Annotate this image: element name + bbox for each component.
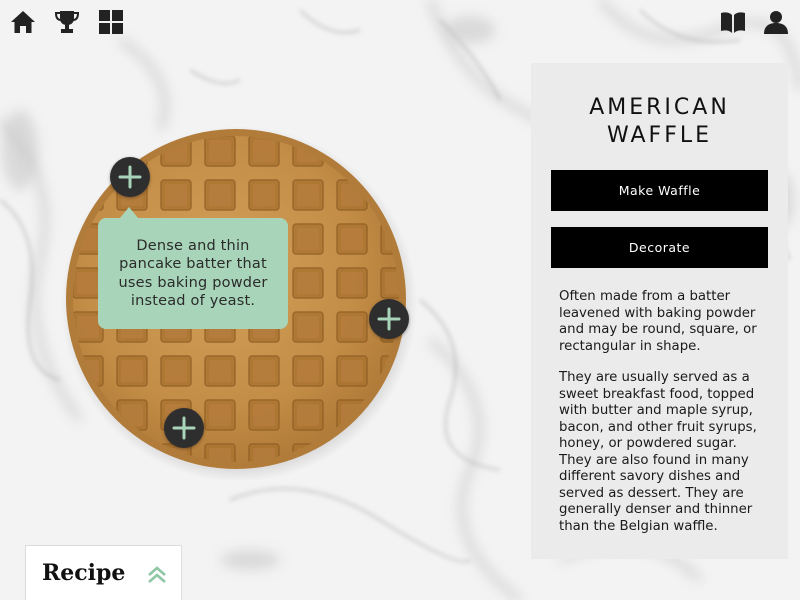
book-icon[interactable] xyxy=(720,9,746,35)
info-panel: AMERICAN WAFFLE Make Waffle Decorate Oft… xyxy=(531,63,788,559)
hotspot-edge-button[interactable] xyxy=(369,299,409,339)
description-paragraph-1: Often made from a batter leavened with b… xyxy=(559,289,757,354)
trophy-icon[interactable] xyxy=(54,9,80,35)
user-icon[interactable] xyxy=(763,9,789,35)
double-chevron-up-icon xyxy=(146,564,168,586)
description-paragraph-2: They are usually served as a sweet break… xyxy=(559,370,757,534)
batter-tooltip: Dense and thin pancake batter that uses … xyxy=(98,207,288,329)
plus-icon xyxy=(172,416,196,440)
grid-icon[interactable] xyxy=(98,9,124,35)
recipe-tab[interactable]: Recipe xyxy=(25,545,182,600)
decorate-button[interactable]: Decorate xyxy=(551,227,768,268)
plus-icon xyxy=(377,307,401,331)
hotspot-grid-button[interactable] xyxy=(164,408,204,448)
title-line-1: AMERICAN xyxy=(589,95,730,120)
title-line-2: WAFFLE xyxy=(606,123,713,148)
panel-title: AMERICAN WAFFLE xyxy=(531,94,788,150)
hotspot-batter-button[interactable] xyxy=(110,157,150,197)
tooltip-text: Dense and thin pancake batter that uses … xyxy=(118,237,268,310)
home-icon[interactable] xyxy=(10,9,36,35)
recipe-label: Recipe xyxy=(42,560,126,586)
plus-icon xyxy=(118,165,142,189)
make-waffle-button[interactable]: Make Waffle xyxy=(551,170,768,211)
